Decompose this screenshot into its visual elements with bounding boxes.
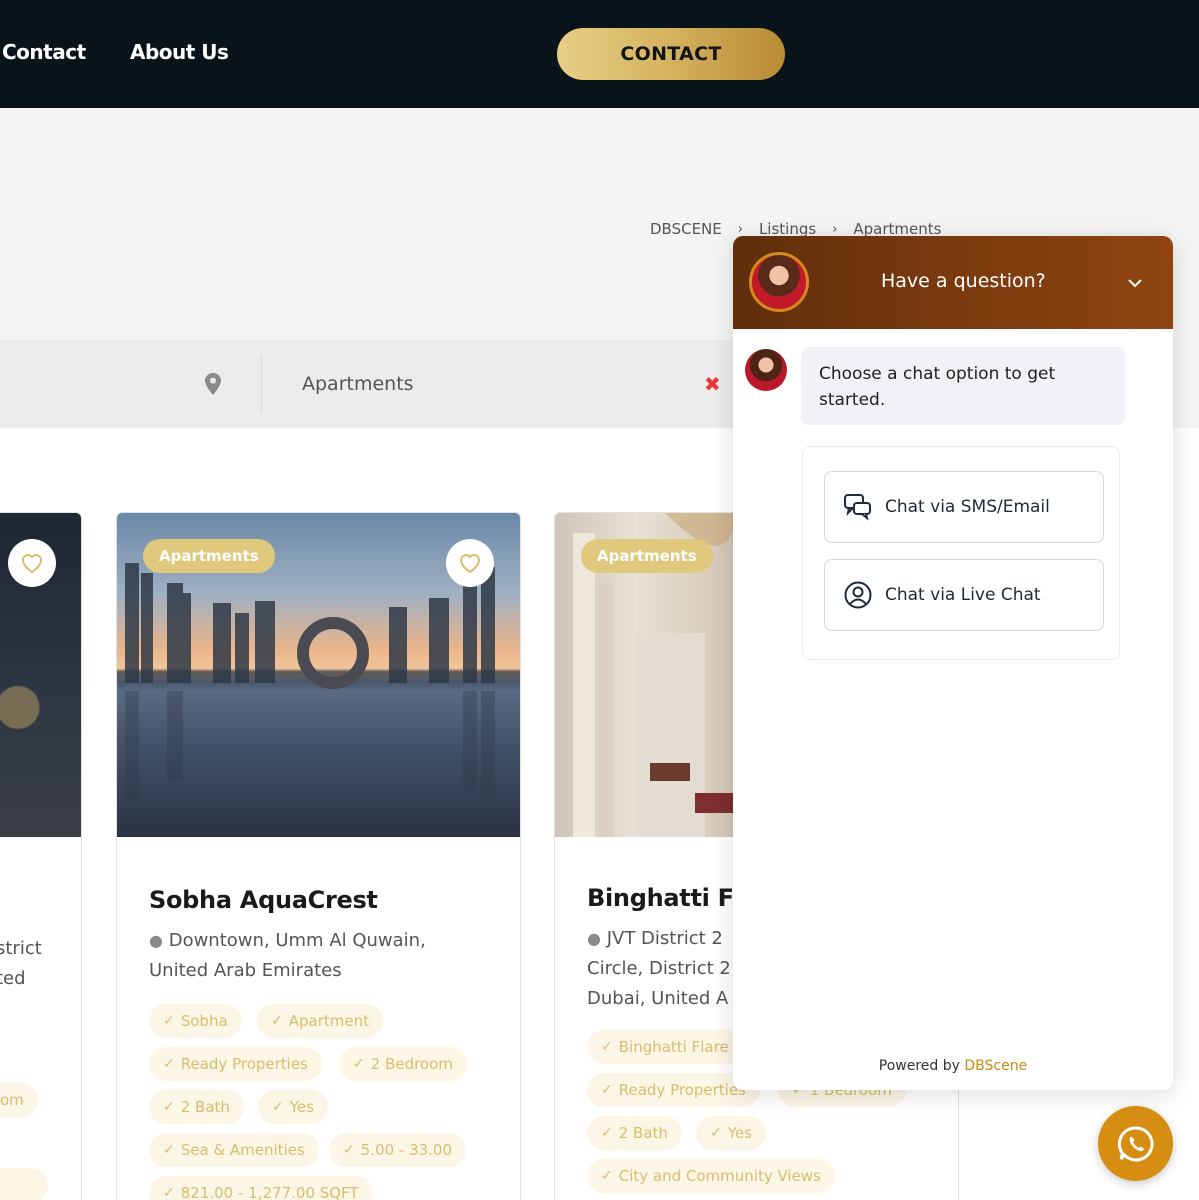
- map-pin-icon: ●: [149, 931, 163, 950]
- contact-button[interactable]: CONTACT: [557, 28, 785, 80]
- chat-sms-email-button[interactable]: Chat via SMS/Email: [824, 471, 1104, 543]
- whatsapp-button[interactable]: [1098, 1106, 1173, 1181]
- listing-title[interactable]: Sobha AquaCrest: [149, 886, 378, 914]
- feature-tag: ✓ 5.00 - 33.00: [329, 1133, 467, 1167]
- feature-tag: ✓ Sobha: [149, 1004, 242, 1038]
- listing-location: ● Downtown, Umm Al Quwain, United Arab E…: [149, 930, 426, 981]
- chat-title: Have a question?: [881, 270, 1046, 292]
- feature-tag: ✓ 2 Bath: [149, 1090, 244, 1124]
- feature-tag: om: [0, 1083, 38, 1117]
- feature-tag: ✓ Sea & Amenities: [149, 1133, 319, 1167]
- chat-live-chat-label: Chat via Live Chat: [885, 585, 1041, 605]
- chevron-down-icon[interactable]: [1125, 273, 1145, 293]
- chat-options: Chat via SMS/Email Chat via Live Chat: [802, 446, 1120, 660]
- feature-tag: ✓ Yes: [258, 1090, 328, 1124]
- chat-widget: Have a question? Choose a chat option to…: [733, 236, 1173, 1090]
- feature-tag: ✓ City and Community Views: [587, 1159, 835, 1193]
- feature-tag: ✓ Yes: [696, 1116, 766, 1150]
- top-navigation-bar: Contact About Us CONTACT: [0, 0, 1199, 108]
- map-pin-icon: ●: [587, 929, 601, 948]
- category-badge: Apartments: [143, 539, 275, 573]
- feature-tag: ✓ Ready Properties: [149, 1047, 322, 1081]
- chevron-right-icon: ›: [832, 221, 838, 237]
- listing-location: ● JVT District 2 Circle, District 2 Duba…: [587, 928, 731, 1009]
- close-icon[interactable]: ✖: [704, 374, 721, 394]
- listing-location: strict ted: [0, 938, 42, 989]
- chat-message: Choose a chat option to get started.: [801, 347, 1125, 425]
- nav-contact-link[interactable]: Contact: [2, 40, 86, 64]
- favorite-heart-icon[interactable]: [8, 539, 56, 587]
- search-divider: [261, 355, 262, 413]
- listing-title[interactable]: Binghatti Fla: [587, 884, 758, 912]
- feature-tag: ✓ 2 Bedroom: [339, 1047, 467, 1081]
- category-select[interactable]: Apartments: [302, 373, 414, 395]
- feature-tag: ✓ 821.00 - 1,277.00 SQFT: [149, 1176, 373, 1200]
- chat-live-chat-button[interactable]: Chat via Live Chat: [824, 559, 1104, 631]
- feature-tag: ✓ Apartment: [257, 1004, 383, 1038]
- agent-avatar: [745, 349, 787, 391]
- favorite-heart-icon[interactable]: [446, 539, 494, 587]
- user-circle-icon: [844, 581, 872, 609]
- chat-bubbles-icon: [844, 494, 871, 521]
- nav-about-link[interactable]: About Us: [130, 40, 229, 64]
- powered-by-brand-link[interactable]: DBScene: [964, 1058, 1027, 1074]
- chat-header[interactable]: Have a question?: [733, 236, 1173, 329]
- powered-by: Powered by DBScene: [878, 1058, 1028, 1074]
- map-pin-icon[interactable]: [205, 373, 221, 395]
- feature-tag: [0, 1168, 48, 1200]
- feature-tag: ✓ 2 Bath: [587, 1116, 682, 1150]
- whatsapp-icon: [1117, 1125, 1154, 1161]
- agent-avatar: [749, 252, 809, 312]
- breadcrumb-home[interactable]: DBSCENE: [650, 220, 722, 238]
- feature-tag: ✓ Binghatti Flare: [587, 1030, 743, 1064]
- chat-sms-email-label: Chat via SMS/Email: [885, 497, 1050, 517]
- chevron-right-icon: ›: [737, 221, 743, 237]
- category-badge: Apartments: [581, 539, 713, 573]
